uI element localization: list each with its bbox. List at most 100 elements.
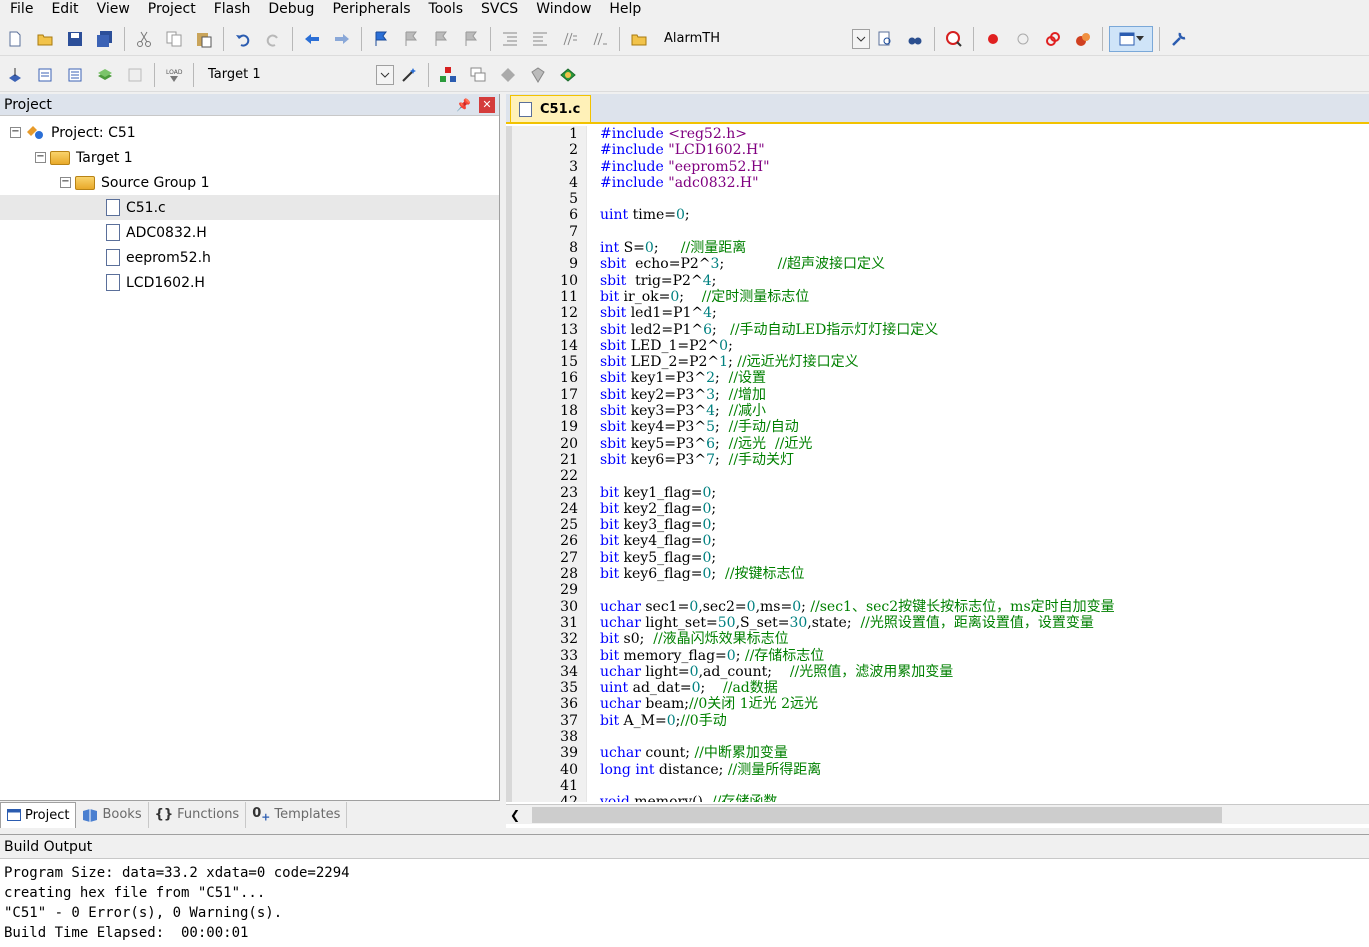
code-line[interactable]: sbit key4=P3^5; //手动/自动 (587, 419, 1369, 435)
code-line[interactable]: #include "LCD1602.H" (587, 142, 1369, 158)
code-line[interactable]: sbit LED_1=P2^0; (587, 338, 1369, 354)
code-line[interactable]: sbit key3=P3^4; //减小 (587, 403, 1369, 419)
tree-node-file[interactable]: LCD1602.H (0, 270, 499, 295)
code-line[interactable]: bit key6_flag=0; //按键标志位 (587, 566, 1369, 582)
code-line[interactable]: bit key5_flag=0; (587, 550, 1369, 566)
save-all-button[interactable] (92, 26, 118, 52)
tab-c51-file[interactable]: C51.c (510, 95, 592, 122)
batch-build-button[interactable] (92, 62, 118, 88)
code-line[interactable] (587, 582, 1369, 598)
tree-node-source-group[interactable]: − Source Group 1 (0, 170, 499, 195)
code-line[interactable]: uint time=0; (587, 207, 1369, 223)
code-line[interactable]: sbit LED_2=P2^1; //远近光灯接口定义 (587, 354, 1369, 370)
menu-view[interactable]: View (87, 0, 138, 20)
code-line[interactable]: bit ir_ok=0; //定时测量标志位 (587, 289, 1369, 305)
tab-functions[interactable]: {} Functions (149, 801, 247, 828)
menu-edit[interactable]: Edit (41, 0, 86, 20)
target-options-button[interactable] (396, 62, 422, 88)
code-line[interactable]: bit s0; //液晶闪烁效果标志位 (587, 631, 1369, 647)
code-line[interactable]: sbit key2=P3^3; //增加 (587, 387, 1369, 403)
nav-forward-button[interactable] (329, 26, 355, 52)
find-button[interactable] (902, 26, 928, 52)
code-line[interactable]: #include "adc0832.H" (587, 175, 1369, 191)
collapse-icon[interactable]: − (60, 177, 71, 188)
code-line[interactable] (587, 468, 1369, 484)
unindent-button[interactable] (527, 26, 553, 52)
code-text[interactable]: #include <reg52.h> #include "LCD1602.H" #i… (586, 126, 1369, 802)
manage-project-items-button[interactable] (435, 62, 461, 88)
tree-node-file[interactable]: eeprom52.h (0, 245, 499, 270)
code-line[interactable]: #include <reg52.h> (587, 126, 1369, 142)
disable-breakpoints-button[interactable] (1040, 26, 1066, 52)
menu-file[interactable]: File (0, 0, 41, 20)
new-file-button[interactable] (2, 26, 28, 52)
scroll-left-icon[interactable]: ❮ (506, 808, 524, 822)
code-line[interactable]: long int distance; //测量所得距离 (587, 762, 1369, 778)
indent-button[interactable] (497, 26, 523, 52)
menu-project[interactable]: Project (138, 0, 204, 20)
code-line[interactable]: uchar count; //中断累加变量 (587, 745, 1369, 761)
scrollbar-thumb[interactable] (532, 807, 1222, 823)
horizontal-scrollbar[interactable]: ❮ (506, 804, 1369, 824)
redo-button[interactable] (260, 26, 286, 52)
incremental-find-button[interactable] (872, 26, 898, 52)
bookmark-button[interactable] (368, 26, 394, 52)
rebuild-button[interactable] (62, 62, 88, 88)
code-line[interactable]: sbit key5=P3^6; //远光 //近光 (587, 436, 1369, 452)
tab-books[interactable]: Books (76, 801, 149, 828)
code-line[interactable]: sbit key1=P3^2; //设置 (587, 370, 1369, 386)
target-combo[interactable]: Target 1 (204, 63, 394, 87)
code-line[interactable]: bit key4_flag=0; (587, 533, 1369, 549)
copy-button[interactable] (161, 26, 187, 52)
chevron-down-icon[interactable] (852, 28, 870, 49)
code-line[interactable]: uchar beam;//0关闭 1近光 2远光 (587, 696, 1369, 712)
select-packs-button[interactable] (495, 62, 521, 88)
configure-button[interactable] (1166, 26, 1192, 52)
enable-breakpoint-button[interactable] (1010, 26, 1036, 52)
insert-breakpoint-button[interactable] (980, 26, 1006, 52)
menu-peripherals[interactable]: Peripherals (322, 0, 418, 20)
code-line[interactable]: sbit trig=P2^4; (587, 273, 1369, 289)
clear-bookmarks-button[interactable] (458, 26, 484, 52)
tab-project[interactable]: Project (0, 801, 77, 828)
undo-button[interactable] (230, 26, 256, 52)
file-extensions-button[interactable] (465, 62, 491, 88)
code-line[interactable]: sbit led1=P1^4; (587, 305, 1369, 321)
cut-button[interactable] (131, 26, 157, 52)
stop-build-button[interactable] (122, 62, 148, 88)
code-line[interactable]: bit key2_flag=0; (587, 501, 1369, 517)
debug-session-button[interactable] (941, 26, 967, 52)
nav-back-button[interactable] (299, 26, 325, 52)
paste-button[interactable] (191, 26, 217, 52)
code-line[interactable]: bit A_M=0;//0手动 (587, 713, 1369, 729)
menu-window[interactable]: Window (526, 0, 599, 20)
code-line[interactable] (587, 191, 1369, 207)
tree-node-file[interactable]: ADC0832.H (0, 220, 499, 245)
kill-breakpoints-button[interactable] (1070, 26, 1096, 52)
code-line[interactable]: int S=0; //测量距离 (587, 240, 1369, 256)
manage-rte-button[interactable] (525, 62, 551, 88)
code-line[interactable]: sbit echo=P2^3; //超声波接口定义 (587, 256, 1369, 272)
pack-installer-button[interactable] (555, 62, 581, 88)
build-output-text[interactable]: Program Size: data=33.2 xdata=0 code=229… (0, 859, 1369, 947)
tree-node-target[interactable]: − Target 1 (0, 145, 499, 170)
code-line[interactable] (587, 729, 1369, 745)
code-line[interactable]: bit key1_flag=0; (587, 485, 1369, 501)
menu-tools[interactable]: Tools (419, 0, 472, 20)
prev-bookmark-button[interactable] (398, 26, 424, 52)
code-view[interactable]: 1 2 3 4 5 6 7 8 9 10 11 12 13 14 15 16 17 18 19 20 21 22 23 24 2… (506, 126, 1369, 802)
code-line[interactable] (587, 224, 1369, 240)
close-icon[interactable]: ✕ (479, 96, 495, 113)
build-button[interactable] (32, 62, 58, 88)
uncomment-button[interactable] (587, 26, 613, 52)
collapse-icon[interactable]: − (10, 127, 21, 138)
code-line[interactable]: uchar light=0,ad_count; //光照值，滤波用累加变量 (587, 664, 1369, 680)
download-button[interactable]: LOAD (161, 62, 187, 88)
code-line[interactable]: uint ad_dat=0; //ad数据 (587, 680, 1369, 696)
window-layout-button[interactable] (1109, 25, 1153, 52)
code-line[interactable]: uchar light_set=50,S_set=30,state; //光照设… (587, 615, 1369, 631)
menu-help[interactable]: Help (599, 0, 649, 20)
menu-flash[interactable]: Flash (204, 0, 259, 20)
tree-node-project[interactable]: − Project: C51 (0, 120, 499, 145)
code-line[interactable]: #include "eeprom52.H" (587, 159, 1369, 175)
